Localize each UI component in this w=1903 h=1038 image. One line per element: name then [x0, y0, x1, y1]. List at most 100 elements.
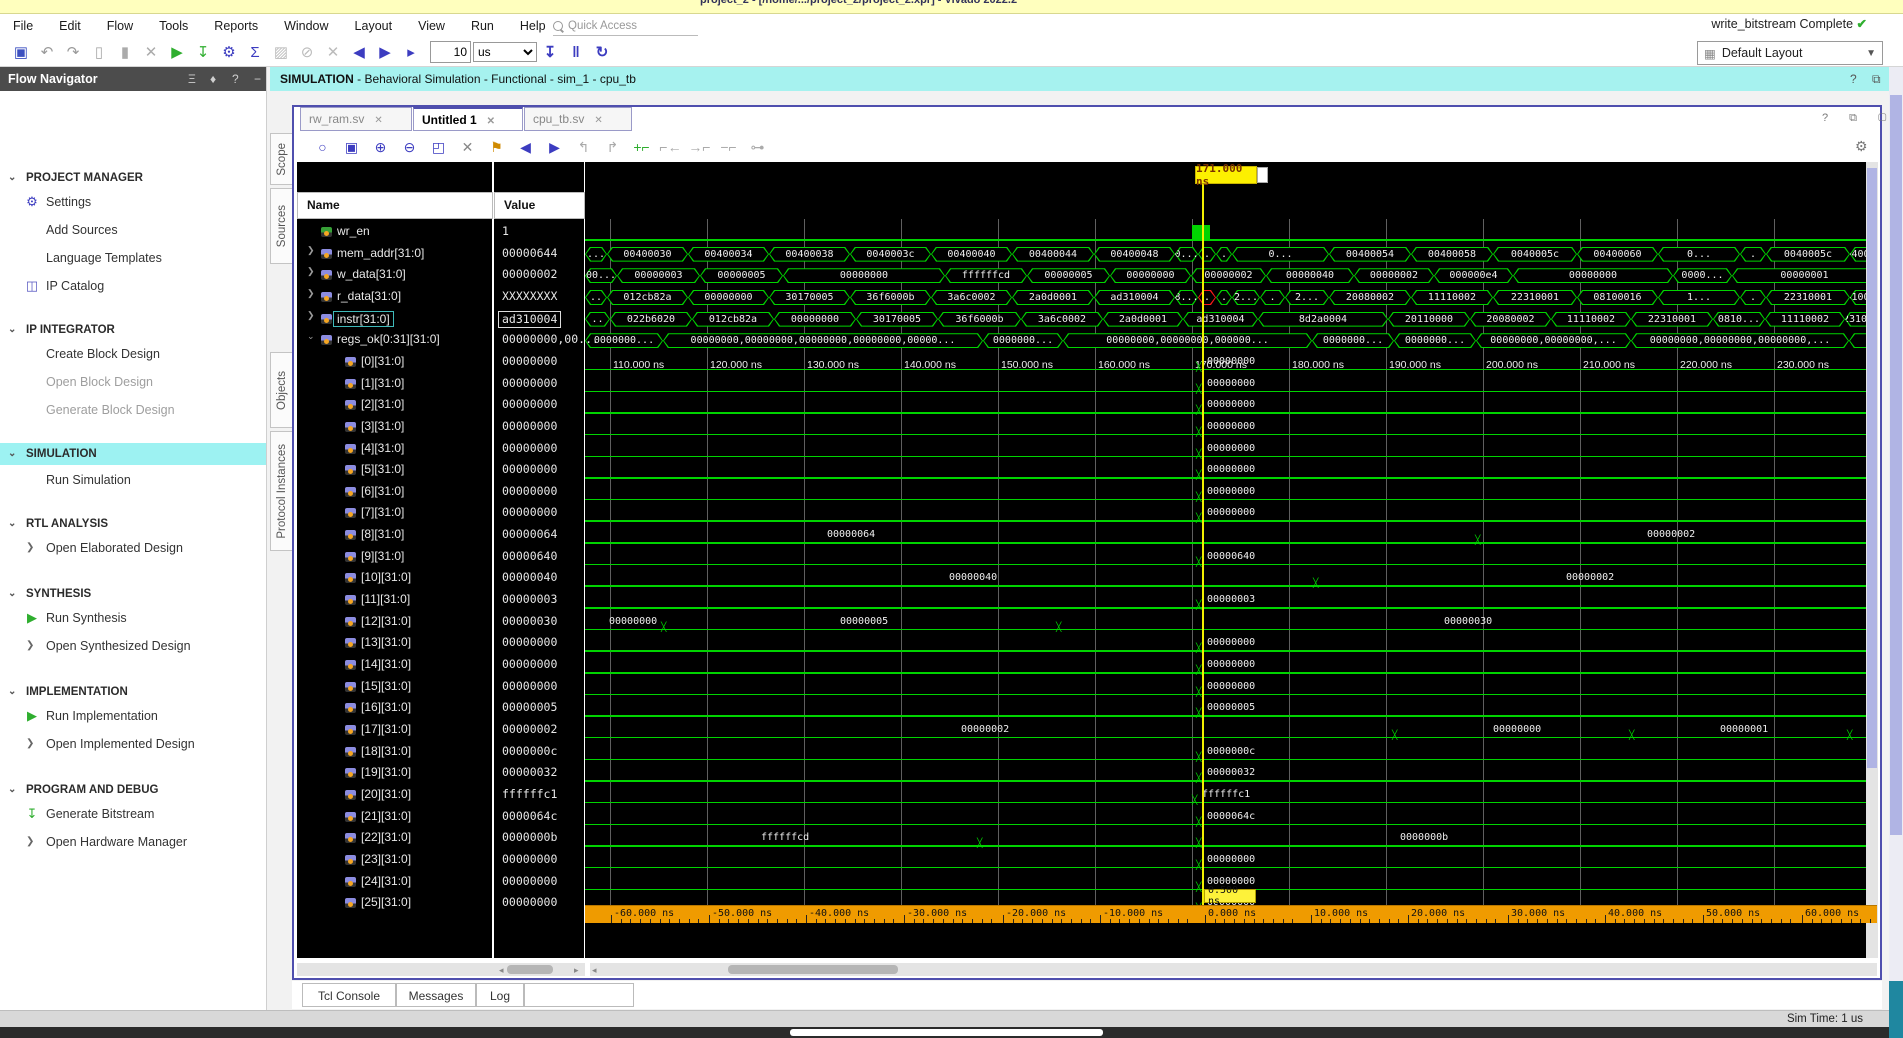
- signal-row-value[interactable]: 00000000: [494, 395, 584, 416]
- menu-run[interactable]: Run: [458, 14, 507, 38]
- swap-cursor-icon[interactable]: ↰: [569, 139, 598, 156]
- signal-row-value[interactable]: 0000064c: [494, 807, 584, 828]
- side-tab-scope[interactable]: Scope: [270, 133, 292, 185]
- save-project-icon[interactable]: ▣: [8, 43, 34, 61]
- signal-row-name[interactable]: [12][31:0]: [297, 612, 492, 633]
- signal-row-name[interactable]: [0][31:0]: [297, 352, 492, 373]
- signal-row-name[interactable]: [16][31:0]: [297, 698, 492, 719]
- tab-rw_ram-sv[interactable]: rw_ram.sv ✕: [300, 107, 412, 131]
- help-icon[interactable]: ?: [232, 67, 239, 91]
- chevron-right-icon[interactable]: ❯: [307, 288, 315, 299]
- chevron-right-icon[interactable]: ❯: [307, 266, 315, 277]
- cursor-chip-handle[interactable]: [1257, 167, 1268, 183]
- name-hscroll-thumb[interactable]: [507, 965, 553, 974]
- signal-row-value[interactable]: 00000040: [494, 568, 584, 589]
- signal-row-name[interactable]: [21][31:0]: [297, 807, 492, 828]
- wave-hscroll-thumb[interactable]: [728, 965, 898, 974]
- link-icon[interactable]: ⊶: [743, 139, 772, 156]
- tab-corner-icons[interactable]: ? ⧉ ▢: [1822, 112, 1895, 125]
- fn-item-open-implemented-design[interactable]: ❯ Open Implemented Design: [0, 733, 266, 755]
- signal-row-value[interactable]: ad310004: [494, 309, 584, 330]
- signal-row-value[interactable]: 00000000: [494, 352, 584, 373]
- fn-section-program-and-debug[interactable]: ⌄ PROGRAM AND DEBUG: [0, 779, 266, 801]
- run-time-input[interactable]: [430, 41, 471, 63]
- signal-row-name[interactable]: [8][31:0]: [297, 525, 492, 546]
- zoom-fit-icon[interactable]: ◰: [424, 139, 453, 156]
- fn-item-create-block-design[interactable]: Create Block Design: [0, 343, 266, 365]
- menu-file[interactable]: File: [0, 14, 46, 38]
- signal-row-value[interactable]: 00000000: [494, 503, 584, 524]
- fn-item-language-templates[interactable]: Language Templates: [0, 247, 266, 269]
- wave-vscroll-thumb[interactable]: [1867, 168, 1877, 768]
- snap-cursor-icon[interactable]: ↱: [598, 139, 627, 156]
- step-icon[interactable]: ↧: [537, 43, 563, 61]
- restart-icon[interactable]: ◀: [346, 43, 372, 61]
- minimize-icon[interactable]: −: [254, 67, 261, 91]
- signal-row-value[interactable]: 00000005: [494, 698, 584, 719]
- signal-row-name[interactable]: [20][31:0]: [297, 785, 492, 806]
- program-device-icon[interactable]: ↧: [190, 43, 216, 61]
- panel-help-icon[interactable]: ?: [1850, 67, 1857, 91]
- signal-row-name[interactable]: [14][31:0]: [297, 655, 492, 676]
- signal-row-value[interactable]: 00000644: [494, 244, 584, 265]
- signal-row-name[interactable]: [22][31:0]: [297, 828, 492, 849]
- waveform-canvas[interactable]: 110.000 ns 120.000 ns 130.000 ns 140.000 ns…: [585, 162, 1877, 958]
- fn-section-simulation[interactable]: ⌄ SIMULATION: [0, 443, 266, 465]
- signal-row-value[interactable]: 00000064: [494, 525, 584, 546]
- signal-row-name[interactable]: ⌄ regs_ok[0:31][31:0]: [297, 330, 492, 351]
- cursor-time-chip[interactable]: 171.000 ns: [1195, 162, 1257, 188]
- undo-icon[interactable]: ↶: [34, 43, 60, 61]
- signal-row-value[interactable]: 00000000: [494, 482, 584, 503]
- redo-icon[interactable]: ↷: [60, 43, 86, 61]
- signal-row-name[interactable]: [1][31:0]: [297, 374, 492, 395]
- signal-row-name[interactable]: [18][31:0]: [297, 742, 492, 763]
- signal-row-value[interactable]: 00000000: [494, 374, 584, 395]
- fn-section-rtl-analysis[interactable]: ⌄ RTL ANALYSIS: [0, 513, 266, 535]
- fn-item-generate-bitstream[interactable]: ↧ Generate Bitstream: [0, 803, 266, 825]
- signal-row-name[interactable]: ❯ r_data[31:0]: [297, 287, 492, 308]
- signal-row-value[interactable]: 00000000: [494, 655, 584, 676]
- panel-float-icon[interactable]: ⧉: [1872, 67, 1881, 91]
- report-disabled-icon[interactable]: ▨: [268, 43, 294, 61]
- signal-row-name[interactable]: [6][31:0]: [297, 482, 492, 503]
- break-icon[interactable]: ‖: [563, 44, 589, 61]
- signal-row-value[interactable]: 00000000: [494, 893, 584, 914]
- zoom-out-icon[interactable]: ⊖: [395, 139, 424, 156]
- tab-untitled-1[interactable]: Untitled 1 ✕: [413, 107, 523, 131]
- signal-row-value[interactable]: 00000003: [494, 590, 584, 611]
- window-vscroll-thumb[interactable]: [1890, 95, 1902, 835]
- quick-access-search[interactable]: Quick Access: [553, 16, 698, 36]
- scroll-left-icon[interactable]: ◂: [592, 965, 597, 976]
- settings-gear-icon[interactable]: ⚙: [216, 43, 242, 61]
- fn-section-ip-integrator[interactable]: ⌄ IP INTEGRATOR: [0, 319, 266, 341]
- signal-row-name[interactable]: [19][31:0]: [297, 763, 492, 784]
- signal-row-value[interactable]: 0000000c: [494, 742, 584, 763]
- menu-reports[interactable]: Reports: [201, 14, 271, 38]
- console-tab-log[interactable]: Log: [476, 983, 524, 1007]
- scroll-right-icon[interactable]: ▸: [574, 965, 579, 976]
- chevron-down-icon[interactable]: ⌄: [307, 331, 315, 342]
- signal-row-name[interactable]: wr_en: [297, 222, 492, 243]
- close-icon[interactable]: ✕: [374, 115, 382, 126]
- add-marker-icon[interactable]: ⚑: [482, 139, 511, 156]
- os-taskbar[interactable]: [0, 1027, 1903, 1038]
- side-tab-objects[interactable]: Objects: [270, 352, 292, 428]
- signal-row-name[interactable]: [11][31:0]: [297, 590, 492, 611]
- paste-icon[interactable]: ▮: [112, 43, 138, 61]
- previous-transition-icon[interactable]: ◀: [511, 139, 540, 156]
- signal-row-value[interactable]: 00000000,00...: [494, 330, 599, 351]
- taskbar-item[interactable]: [790, 1029, 1103, 1036]
- relaunch-icon[interactable]: ↻: [589, 43, 615, 61]
- x-disabled-icon[interactable]: ✕: [320, 43, 346, 61]
- signal-row-name[interactable]: ❯ mem_addr[31:0]: [297, 244, 492, 265]
- menu-flow[interactable]: Flow: [94, 14, 146, 38]
- fn-item-ip-catalog[interactable]: ◫ IP Catalog: [0, 275, 266, 297]
- sum-report-icon[interactable]: Σ: [242, 44, 268, 61]
- add-flag-icon[interactable]: +⌐: [627, 139, 656, 155]
- slash-disabled-icon[interactable]: ⊘: [294, 43, 320, 61]
- signal-row-name[interactable]: ❯ w_data[31:0]: [297, 265, 492, 286]
- signal-row-name[interactable]: [13][31:0]: [297, 633, 492, 654]
- menu-view[interactable]: View: [405, 14, 458, 38]
- signal-row-name[interactable]: [23][31:0]: [297, 850, 492, 871]
- fn-item-run-synthesis[interactable]: ▶ Run Synthesis: [0, 607, 266, 629]
